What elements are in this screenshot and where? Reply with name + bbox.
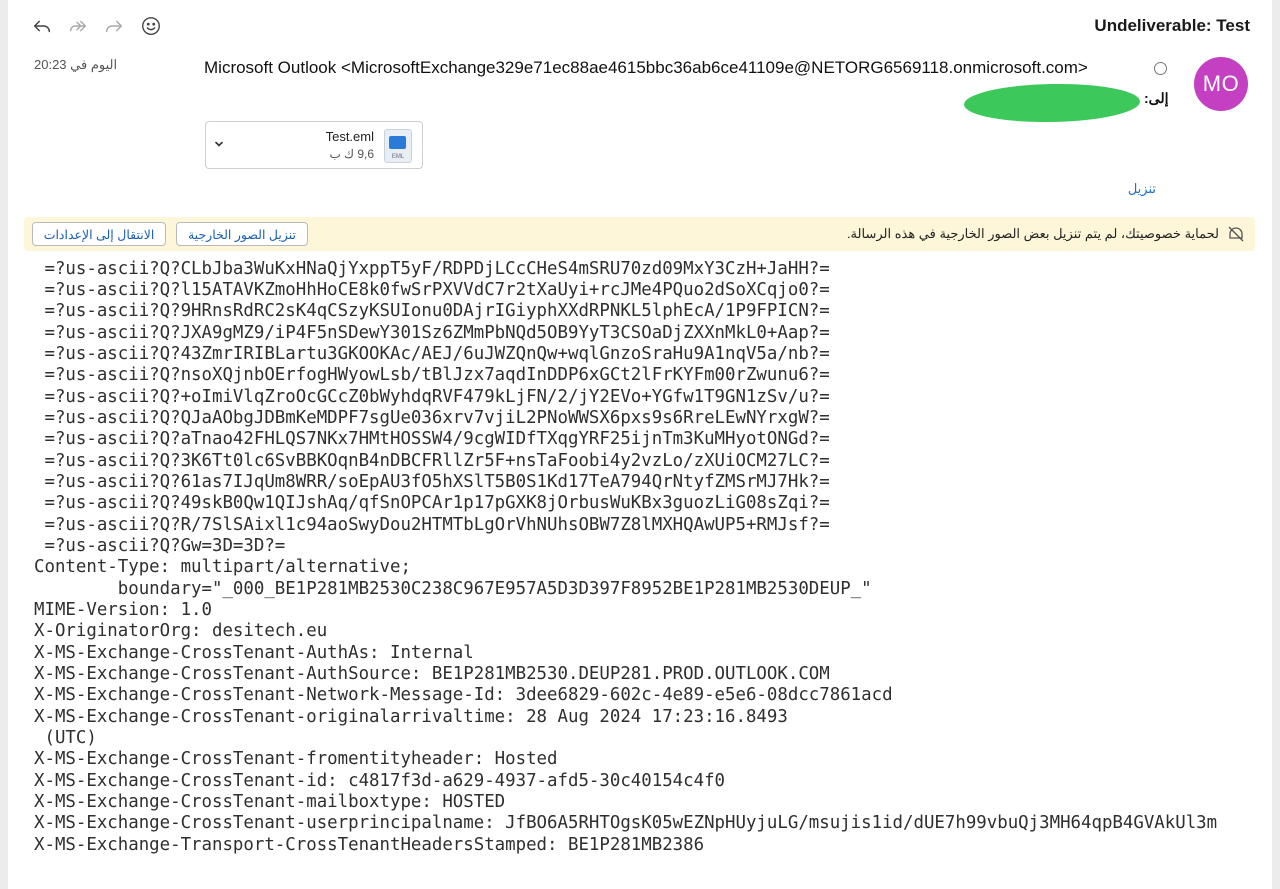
attachment-name: Test.eml (325, 129, 374, 144)
attachment-size: 9,6 ك ب (329, 147, 374, 161)
body-line: X-MS-Exchange-Transport-CrossTenantHeade… (34, 835, 705, 855)
body-line: =?us-ascii?Q?43ZmrIRIBLartu3GKOOKAc/AEJ/… (34, 344, 830, 364)
forward-icon[interactable] (102, 14, 126, 38)
go-to-settings-button[interactable]: الانتقال إلى الإعدادات (32, 222, 166, 246)
body-line: =?us-ascii?Q?R/7SlSAixl1c94aoSwyDou2HTMT… (34, 515, 830, 535)
body-line: =?us-ascii?Q?Gw=3D=3D?= (34, 536, 286, 556)
body-line: =?us-ascii?Q?3K6Tt0lc6SvBBKOqnB4nDBCFRll… (34, 451, 830, 471)
body-line: =?us-ascii?Q?JXA9gMZ9/iP4F5nSDewY301Sz6Z… (34, 323, 830, 343)
blocked-content-icon (1228, 226, 1244, 242)
redacted-recipient (963, 82, 1141, 124)
body-line: =?us-ascii?Q?9HRnsRdRC2sK4qCSzyKSUIonu0D… (34, 301, 830, 321)
body-line: X-MS-Exchange-CrossTenant-AuthAs: Intern… (34, 643, 474, 663)
reply-icon[interactable] (30, 14, 54, 38)
recipient-label: إلى: (1144, 90, 1169, 106)
body-line: =?us-ascii?Q?l15ATAVKZmoHhHoCE8k0fwSrPXV… (34, 280, 830, 300)
presence-status-icon (1154, 62, 1167, 75)
download-link[interactable]: تنزيل (1128, 181, 1156, 197)
body-line: X-MS-Exchange-CrossTenant-AuthSource: BE… (34, 664, 830, 684)
body-line: =?us-ascii?Q?CLbJba3WuKxHNaQjYxppT5yF/RD… (34, 259, 830, 279)
chevron-down-icon[interactable] (212, 137, 226, 151)
body-line: X-OriginatorOrg: desitech.eu (34, 621, 328, 641)
reply-all-icon[interactable] (66, 14, 90, 38)
body-line: X-MS-Exchange-CrossTenant-id: c4817f3d-a… (34, 771, 726, 791)
body-line: X-MS-Exchange-CrossTenant-userprincipaln… (34, 813, 1218, 833)
emoji-icon[interactable] (139, 14, 163, 38)
body-line: X-MS-Exchange-CrossTenant-originalarriva… (34, 707, 788, 727)
file-extension: EML (391, 154, 405, 160)
body-line: X-MS-Exchange-CrossTenant-fromentityhead… (34, 749, 558, 769)
external-images-banner: لحماية خصوصيتك، لم يتم تنزيل بعض الصور ا… (24, 217, 1255, 251)
body-line: =?us-ascii?Q?aTnao42FHLQS7NKx7HMtHOSSW4/… (34, 429, 830, 449)
body-line: =?us-ascii?Q?+oImiVlqZroOcGCcZ0bWyhdqRVF… (34, 387, 830, 407)
body-line: MIME-Version: 1.0 (34, 600, 212, 620)
download-external-images-button[interactable]: تنزيل الصور الخارجية (176, 222, 308, 246)
eml-file-icon: EML (384, 129, 412, 163)
banner-message: لحماية خصوصيتك، لم يتم تنزيل بعض الصور ا… (846, 226, 1219, 241)
message-reading-pane: Undeliverable: Test اليوم في 20:23 MO Mi… (8, 0, 1272, 889)
body-line: Content-Type: multipart/alternative; (34, 557, 411, 577)
message-date: اليوم في 20:23 (34, 57, 118, 72)
attachment-card[interactable]: Test.eml 9,6 ك ب EML (205, 121, 423, 169)
body-line: X-MS-Exchange-CrossTenant-mailboxtype: H… (34, 792, 506, 812)
body-line: X-MS-Exchange-CrossTenant-Network-Messag… (34, 685, 893, 705)
avatar-initials: MO (1202, 71, 1240, 96)
body-line: =?us-ascii?Q?61as7IJqUm8WRR/soEpAU3fO5hX… (34, 472, 830, 492)
message-body[interactable]: =?us-ascii?Q?CLbJba3WuKxHNaQjYxppT5yF/RD… (8, 255, 1272, 889)
message-subject: Undeliverable: Test (1094, 16, 1250, 35)
body-line: =?us-ascii?Q?49skB0Qw1QIJshAq/qfSnOPCAr1… (34, 493, 830, 513)
body-line: =?us-ascii?Q?nsoXQjnbOErfogHWyowLsb/tBlJ… (34, 365, 830, 385)
body-line: (UTC) (34, 728, 97, 748)
sender-avatar[interactable]: MO (1194, 57, 1248, 111)
body-line: boundary="_000_BE1P281MB2530C238C967E957… (34, 579, 872, 599)
sender-address[interactable]: Microsoft Outlook <MicrosoftExchange329e… (204, 58, 1088, 78)
body-line: =?us-ascii?Q?QJaAObgJDBmKeMDPF7sgUe036xr… (34, 408, 830, 428)
